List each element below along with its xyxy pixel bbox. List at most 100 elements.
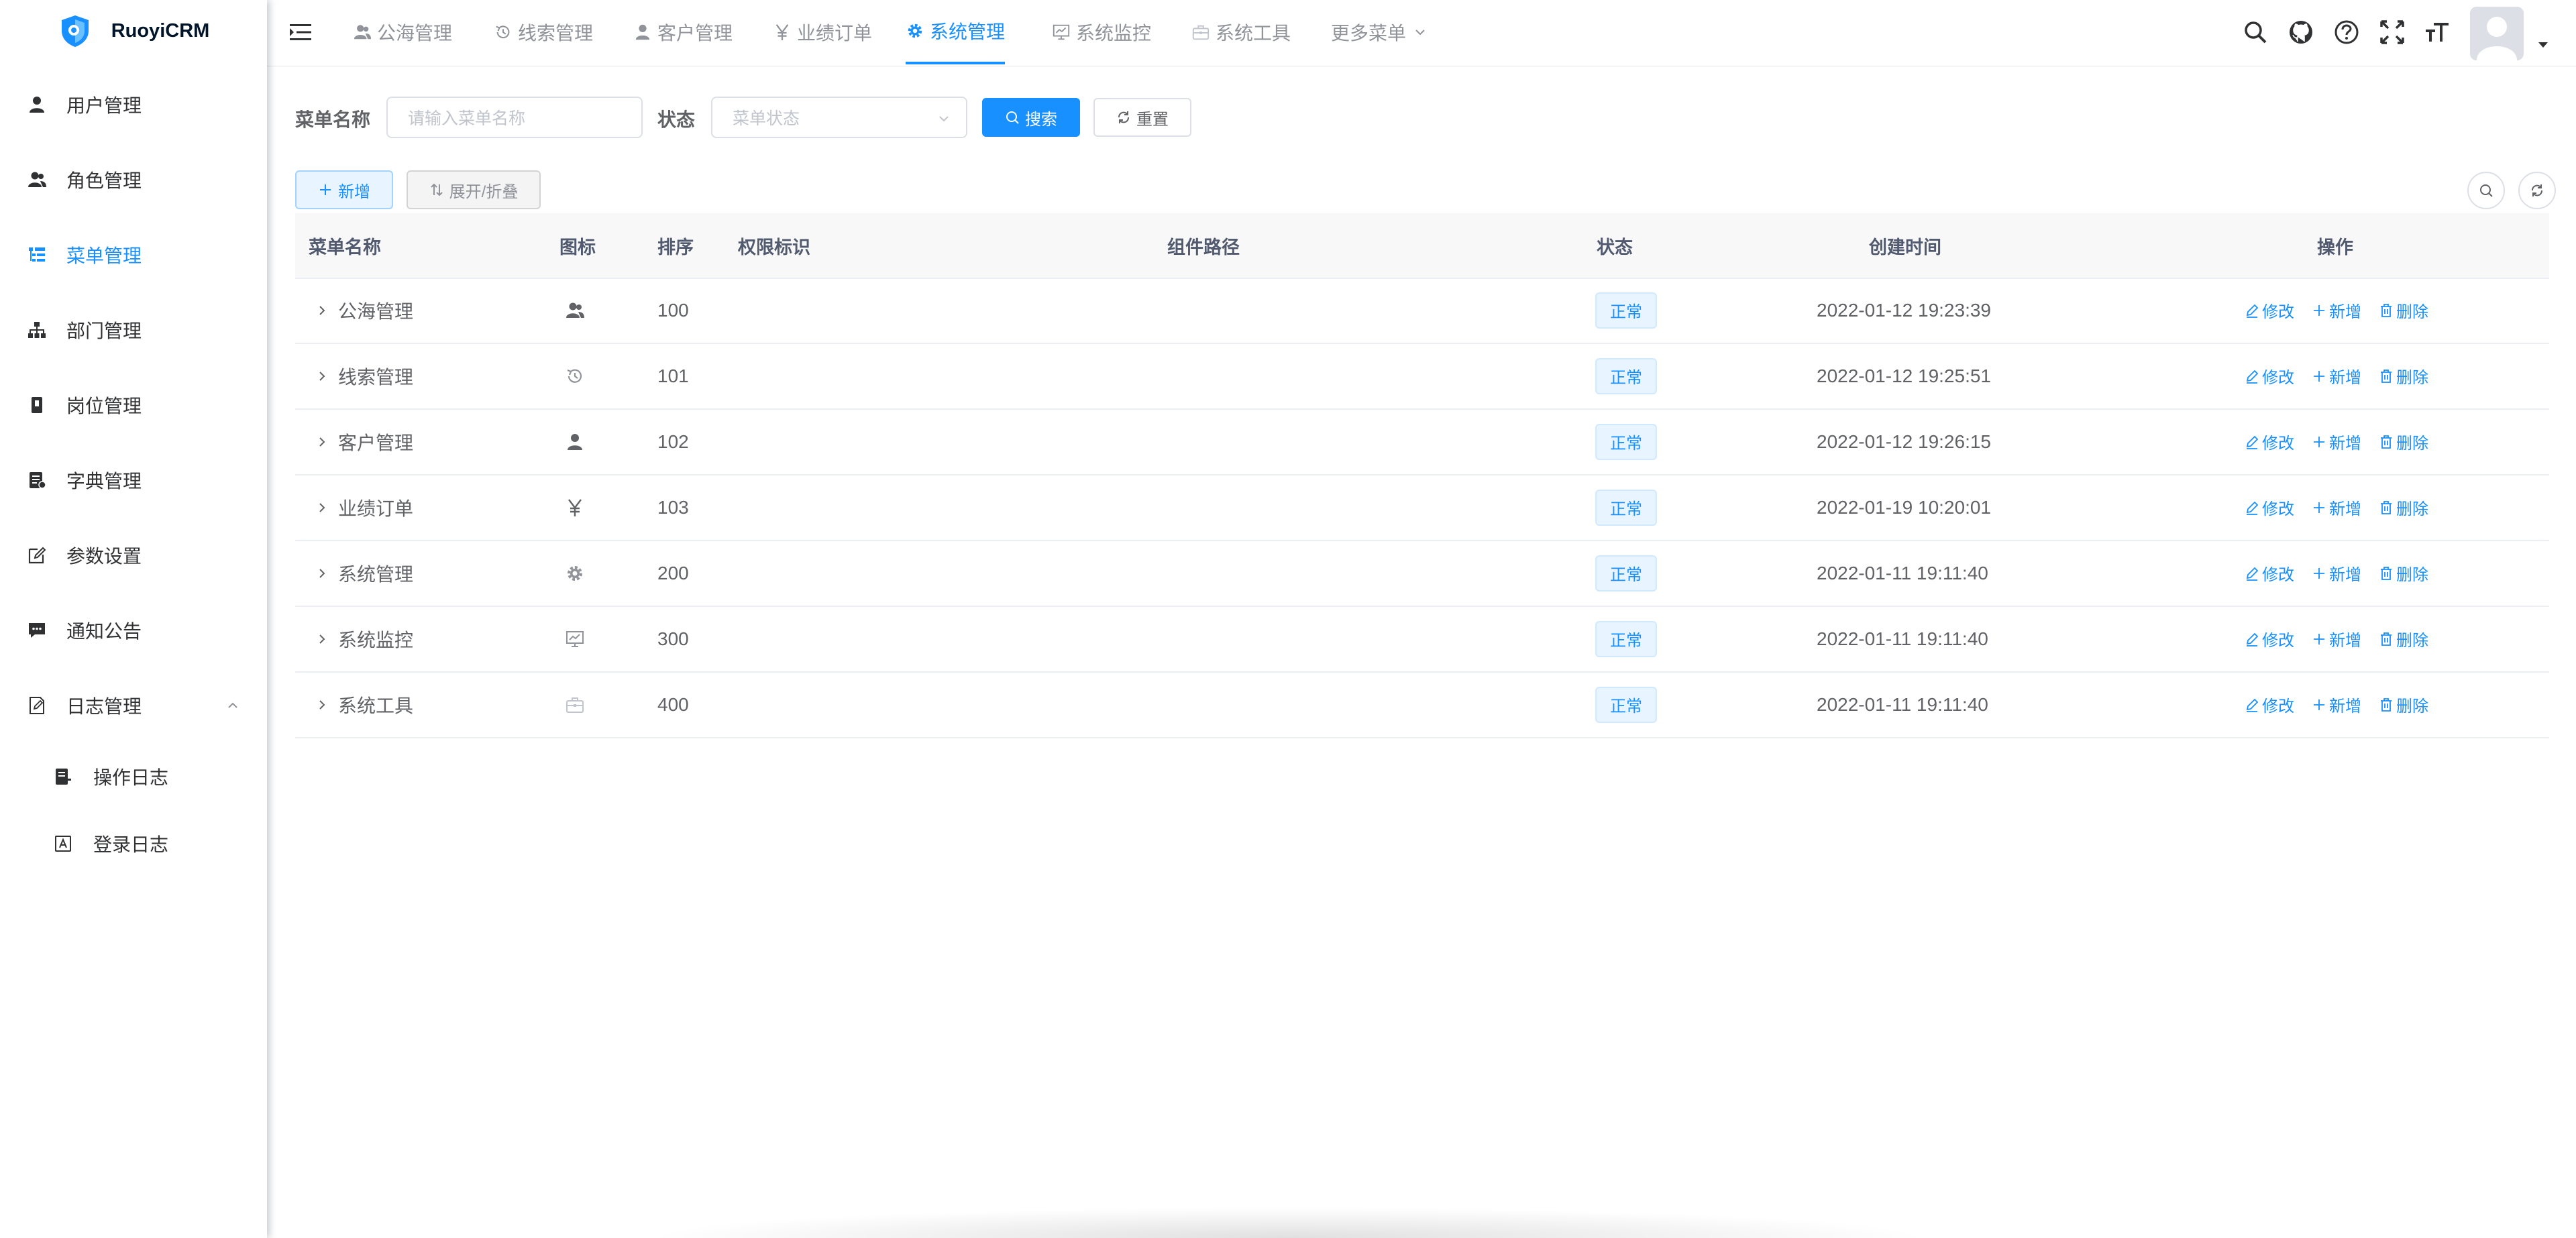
menu-name-input[interactable]: 请输入菜单名称: [386, 97, 643, 138]
table-row: 客户管理 102 正常 2022-01-12 19:26:15 修改 新增 删除: [295, 409, 2549, 475]
delete-action-button[interactable]: 删除: [2379, 693, 2428, 716]
topnav-item-tool[interactable]: 系统工具: [1191, 0, 1291, 64]
chevron-right-icon[interactable]: [315, 304, 329, 317]
tool-icon: [566, 697, 584, 713]
chevron-right-icon[interactable]: [315, 501, 329, 514]
edit-action-button[interactable]: 修改: [2245, 298, 2294, 322]
menu-icon-cell: [565, 541, 585, 606]
search-button[interactable]: 搜索: [982, 98, 1080, 137]
delete-action-button[interactable]: 删除: [2379, 496, 2428, 519]
status-cell: 正常: [1595, 343, 1657, 408]
edit-action-button[interactable]: 修改: [2245, 627, 2294, 651]
top-navbar: 公海管理 线索管理 客户管理 业绩订单 系统管理 系统监控 系统工具 更多菜单: [267, 0, 2576, 66]
topnav-item-customer[interactable]: 客户管理: [633, 0, 733, 64]
add-action-button[interactable]: 新增: [2312, 364, 2361, 388]
edit-icon: [2246, 501, 2259, 515]
topnav-item-order[interactable]: 业绩订单: [773, 0, 872, 64]
add-button[interactable]: 新增: [295, 170, 393, 209]
chevron-right-icon[interactable]: [315, 632, 329, 646]
table-row: 系统监控 300 正常 2022-01-11 19:11:40 修改 新增 删除: [295, 606, 2549, 673]
expand-collapse-button[interactable]: 展开/折叠: [407, 170, 541, 209]
chevron-right-icon[interactable]: [315, 370, 329, 383]
status-select[interactable]: 菜单状态: [711, 97, 967, 138]
topnav-item-monitor[interactable]: 系统监控: [1052, 0, 1151, 64]
refresh-button[interactable]: [2518, 172, 2556, 209]
chevron-down-icon: [1415, 30, 1425, 36]
sidebar-item-label: 参数设置: [66, 546, 142, 567]
edit-icon: [28, 547, 46, 564]
menu-name: 系统工具: [338, 695, 414, 716]
menu-name-cell: 客户管理: [315, 409, 413, 474]
edit-action-label: 修改: [2262, 697, 2294, 716]
caret-bottom-icon[interactable]: [2537, 40, 2549, 50]
edit-action-button[interactable]: 修改: [2245, 364, 2294, 388]
add-action-button[interactable]: 新增: [2312, 430, 2361, 453]
search-icon[interactable]: [2242, 19, 2269, 46]
chevron-right-icon[interactable]: [315, 435, 329, 449]
reset-button[interactable]: 重置: [1093, 98, 1191, 137]
topnav-item-more[interactable]: 更多菜单: [1331, 0, 1428, 64]
delete-icon: [2381, 500, 2392, 514]
table-row: 系统工具 400 正常 2022-01-11 19:11:40 修改 新增 删除: [295, 672, 2549, 738]
add-action-button[interactable]: 新增: [2312, 496, 2361, 519]
edit-icon: [2246, 698, 2259, 712]
menu-name: 公海管理: [338, 300, 414, 322]
order-num: 400: [657, 693, 689, 715]
column-header: 排序: [657, 237, 694, 258]
monitor-icon: [566, 630, 584, 647]
menu-name-label: 菜单名称: [295, 109, 371, 130]
sidebar-subitem-logininfor[interactable]: 登录日志: [0, 810, 267, 877]
edit-action-button[interactable]: 修改: [2245, 693, 2294, 716]
size-icon[interactable]: [2424, 19, 2451, 46]
sidebar-item-log[interactable]: 日志管理: [0, 668, 267, 743]
add-action-button[interactable]: 新增: [2312, 298, 2361, 322]
sidebar-item-user[interactable]: 用户管理: [0, 67, 267, 142]
sidebar-item-config[interactable]: 参数设置: [0, 518, 267, 593]
actions-cell: 修改 新增 删除: [2245, 475, 2446, 540]
sidebar-item-dept[interactable]: 部门管理: [0, 292, 267, 368]
delete-icon: [2381, 435, 2392, 449]
sidebar-subitem-operlog[interactable]: 操作日志: [0, 743, 267, 810]
menu-name-cell: 系统管理: [315, 541, 413, 606]
chevron-right-icon[interactable]: [315, 567, 329, 580]
topnav-item-clue[interactable]: 线索管理: [494, 0, 593, 64]
delete-action-button[interactable]: 删除: [2379, 298, 2428, 322]
delete-action-button[interactable]: 删除: [2379, 561, 2428, 585]
toggle-search-button[interactable]: [2467, 172, 2505, 209]
hamburger-icon[interactable]: [288, 20, 313, 44]
sidebar-item-menu[interactable]: 菜单管理: [0, 217, 267, 292]
delete-action-label: 删除: [2396, 697, 2428, 716]
delete-action-button[interactable]: 删除: [2379, 430, 2428, 453]
edit-action-button[interactable]: 修改: [2245, 430, 2294, 453]
sidebar-item-role[interactable]: 角色管理: [0, 142, 267, 217]
delete-action-button[interactable]: 删除: [2379, 627, 2428, 651]
sidebar-item-notice[interactable]: 通知公告: [0, 593, 267, 668]
logo[interactable]: RuoyiCRM: [0, 0, 267, 62]
table-row: 线索管理 101 正常 2022-01-12 19:25:51 修改 新增 删除: [295, 343, 2549, 410]
avatar[interactable]: [2470, 7, 2524, 60]
menu-name: 系统管理: [338, 563, 414, 585]
table-header: 菜单名称 图标 排序 权限标识 组件路径 状态 创建时间 操作: [295, 213, 2549, 279]
edit-action-button[interactable]: 修改: [2245, 496, 2294, 519]
created-time: 2022-01-11 19:11:40: [1817, 562, 1988, 583]
sidebar-item-dict[interactable]: 字典管理: [0, 443, 267, 518]
question-icon[interactable]: [2333, 19, 2360, 46]
topnav-item-label: 更多菜单: [1331, 23, 1407, 44]
order-num: 100: [657, 299, 689, 321]
log-icon: [30, 697, 44, 714]
chevron-right-icon[interactable]: [315, 698, 329, 712]
topnav-item-system[interactable]: 系统管理: [906, 0, 1006, 64]
add-action-button[interactable]: 新增: [2312, 627, 2361, 651]
edit-icon: [2246, 632, 2259, 646]
sidebar-item-post[interactable]: 岗位管理: [0, 368, 267, 443]
add-action-button[interactable]: 新增: [2312, 693, 2361, 716]
edit-action-button[interactable]: 修改: [2245, 561, 2294, 585]
peoples-icon: [354, 25, 372, 40]
plus-icon: [2314, 699, 2324, 710]
delete-action-button[interactable]: 删除: [2379, 364, 2428, 388]
topnav-item-gonghai[interactable]: 公海管理: [353, 0, 452, 64]
fullscreen-icon[interactable]: [2379, 19, 2406, 46]
add-action-button[interactable]: 新增: [2312, 561, 2361, 585]
github-icon[interactable]: [2288, 19, 2314, 46]
avatar-user-icon: [2470, 7, 2524, 60]
